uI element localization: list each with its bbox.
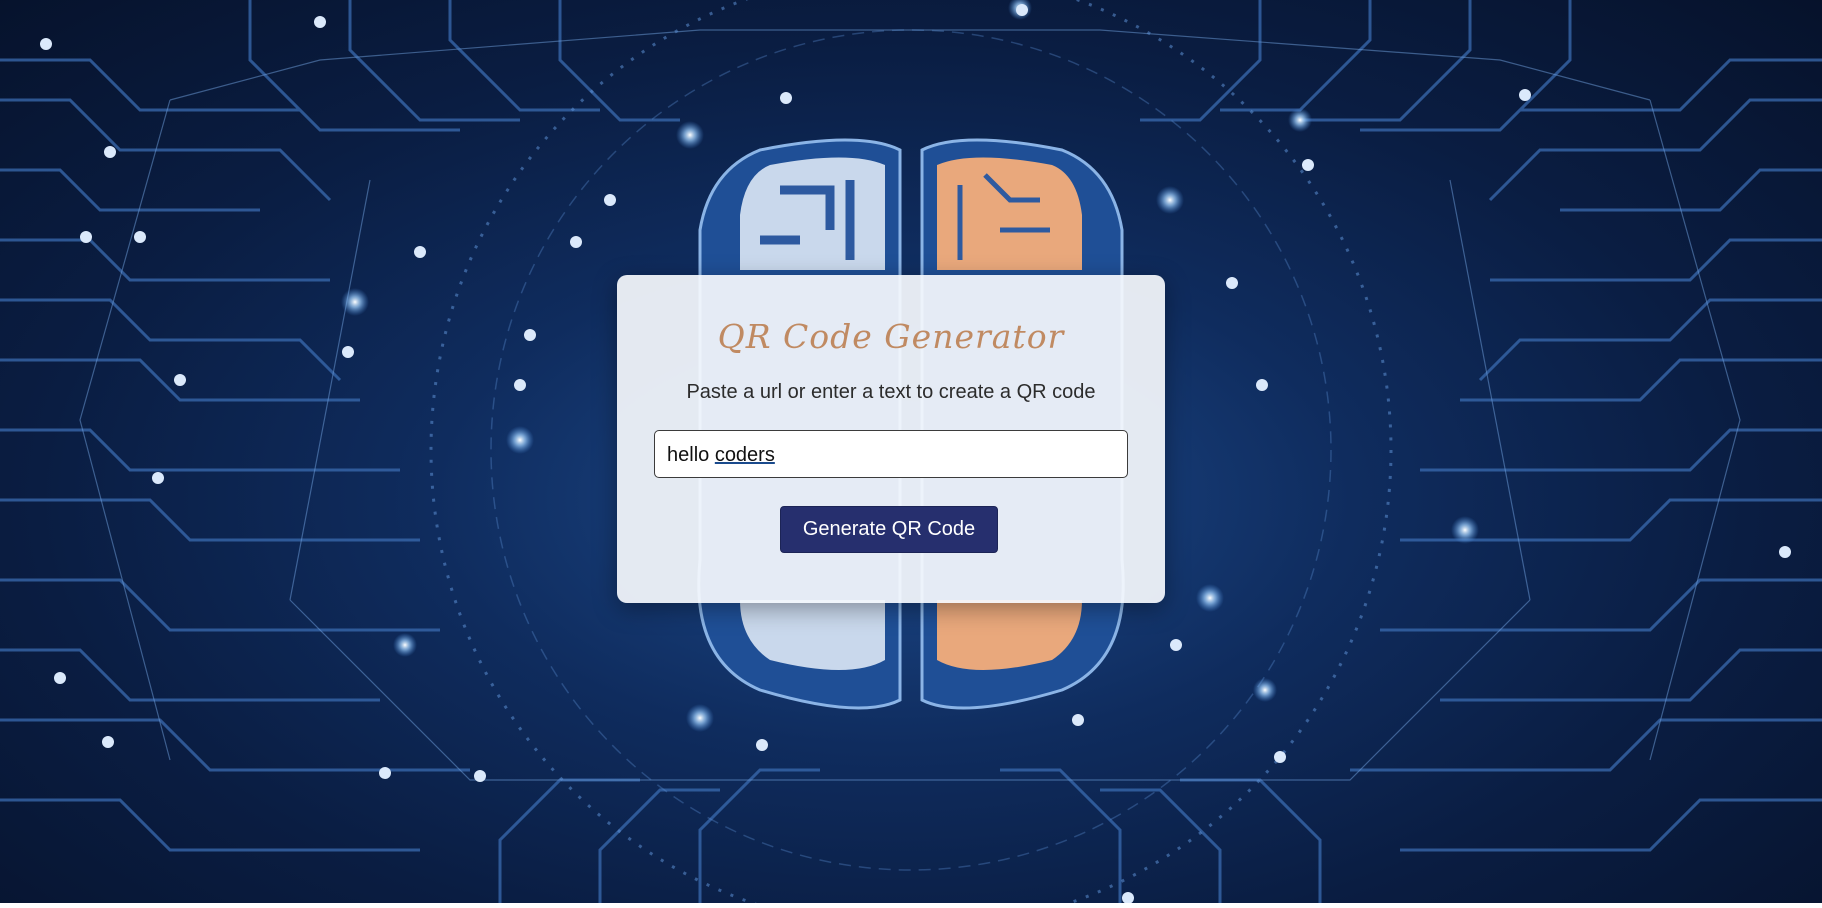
page: QR Code Generator Paste a url or enter a…	[0, 0, 1822, 908]
generate-qr-button[interactable]: Generate QR Code	[780, 506, 998, 553]
input-value-word2: coders	[714, 444, 775, 466]
qr-text-input[interactable]: hello coders	[654, 430, 1128, 478]
page-title: QR Code Generator	[717, 317, 1065, 356]
bottom-border	[0, 903, 1822, 908]
qr-generator-card: QR Code Generator Paste a url or enter a…	[617, 275, 1165, 603]
instructions-text: Paste a url or enter a text to create a …	[686, 381, 1096, 403]
input-value[interactable]: hello coders	[667, 443, 775, 467]
input-value-word1: hello	[667, 444, 715, 466]
